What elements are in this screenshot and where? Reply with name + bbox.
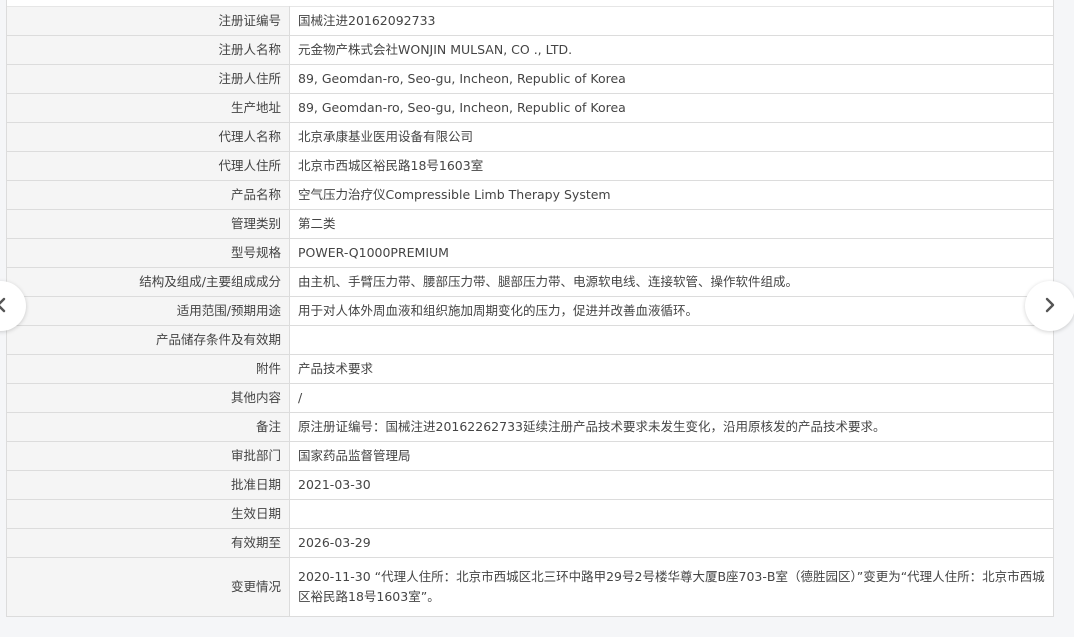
field-label: 型号规格 (7, 238, 290, 268)
field-label: 有效期至 (7, 528, 290, 558)
table-row: 注册人住所 89, Geomdan-ro, Seo-gu, Incheon, Re… (7, 64, 1053, 94)
table-row: 代理人住所 北京市西城区裕民路18号1603室 (7, 151, 1053, 181)
field-label: 注册人名称 (7, 35, 290, 65)
table-row: 产品储存条件及有效期 (7, 325, 1053, 355)
field-label: 变更情况 (7, 557, 290, 616)
field-label: 结构及组成/主要组成成分 (7, 267, 290, 297)
table-row: 管理类别 第二类 (7, 209, 1053, 239)
field-value: 国械注进20162092733 (289, 6, 1053, 36)
field-value: 空气压力治疗仪Compressible Limb Therapy System (289, 180, 1053, 210)
field-value: 2020-11-30 “代理人住所：北京市西城区北三环中路甲29号2号楼华尊大厦… (289, 557, 1053, 616)
table-row: 其他内容 / (7, 383, 1053, 413)
field-label: 生产地址 (7, 93, 290, 123)
table-row: 结构及组成/主要组成成分 由主机、手臂压力带、腰部压力带、腿部压力带、电源软电线、… (7, 267, 1053, 297)
chevron-left-icon (0, 296, 10, 317)
table-row: 审批部门 国家药品监督管理局 (7, 441, 1053, 471)
field-label: 附件 (7, 354, 290, 384)
table-row: 注册证编号 国械注进20162092733 (7, 6, 1053, 36)
field-label: 管理类别 (7, 209, 290, 239)
table-row: 生效日期 (7, 499, 1053, 529)
table-row: 型号规格 POWER-Q1000PREMIUM (7, 238, 1053, 268)
field-value (289, 499, 1053, 529)
field-value: 2026-03-29 (289, 528, 1053, 558)
field-value: 由主机、手臂压力带、腰部压力带、腿部压力带、电源软电线、连接软管、操作软件组成。 (289, 267, 1053, 297)
field-value: 产品技术要求 (289, 354, 1053, 384)
table-row: 备注 原注册证编号：国械注进20162262733延续注册产品技术要求未发生变化，… (7, 412, 1053, 442)
field-label: 产品名称 (7, 180, 290, 210)
table-row: 注册人名称 元金物产株式会社WONJIN MULSAN, CO ., LTD. (7, 35, 1053, 65)
field-value: 89, Geomdan-ro, Seo-gu, Incheon, Republi… (289, 93, 1053, 123)
next-button[interactable] (1025, 281, 1074, 331)
field-label: 注册人住所 (7, 64, 290, 94)
field-label: 代理人住所 (7, 151, 290, 181)
field-value: 元金物产株式会社WONJIN MULSAN, CO ., LTD. (289, 35, 1053, 65)
field-value: 国家药品监督管理局 (289, 441, 1053, 471)
field-label: 生效日期 (7, 499, 290, 529)
table-row: 代理人名称 北京承康基业医用设备有限公司 (7, 122, 1053, 152)
table-row: 产品名称 空气压力治疗仪Compressible Limb Therapy Sys… (7, 180, 1053, 210)
field-value: 89, Geomdan-ro, Seo-gu, Incheon, Republi… (289, 64, 1053, 94)
chevron-right-icon (1041, 296, 1059, 317)
table-row: 有效期至 2026-03-29 (7, 528, 1053, 558)
table-row: 附件 产品技术要求 (7, 354, 1053, 384)
field-value: 用于对人体外周血液和组织施加周期变化的压力，促进并改善血液循环。 (289, 296, 1053, 326)
field-value: 北京市西城区裕民路18号1603室 (289, 151, 1053, 181)
field-label: 备注 (7, 412, 290, 442)
field-label: 批准日期 (7, 470, 290, 500)
field-value: / (289, 383, 1053, 413)
field-value: 第二类 (289, 209, 1053, 239)
field-label: 审批部门 (7, 441, 290, 471)
field-label: 其他内容 (7, 383, 290, 413)
table-row: 变更情况 2020-11-30 “代理人住所：北京市西城区北三环中路甲29号2号楼… (7, 557, 1053, 616)
field-label: 代理人名称 (7, 122, 290, 152)
field-value (289, 325, 1053, 355)
field-label: 适用范围/预期用途 (7, 296, 290, 326)
field-value: 2021-03-30 (289, 470, 1053, 500)
field-value: 原注册证编号：国械注进20162262733延续注册产品技术要求未发生变化，沿用… (289, 412, 1053, 442)
table-row: 生产地址 89, Geomdan-ro, Seo-gu, Incheon, Rep… (7, 93, 1053, 123)
registration-detail-table: 注册证编号 国械注进20162092733 注册人名称 元金物产株式会社WONJIN… (6, 0, 1054, 617)
field-value: 北京承康基业医用设备有限公司 (289, 122, 1053, 152)
field-label: 产品储存条件及有效期 (7, 325, 290, 355)
field-label: 注册证编号 (7, 6, 290, 36)
field-value: POWER-Q1000PREMIUM (289, 238, 1053, 268)
table-row: 适用范围/预期用途 用于对人体外周血液和组织施加周期变化的压力，促进并改善血液循环… (7, 296, 1053, 326)
table-row: 批准日期 2021-03-30 (7, 470, 1053, 500)
